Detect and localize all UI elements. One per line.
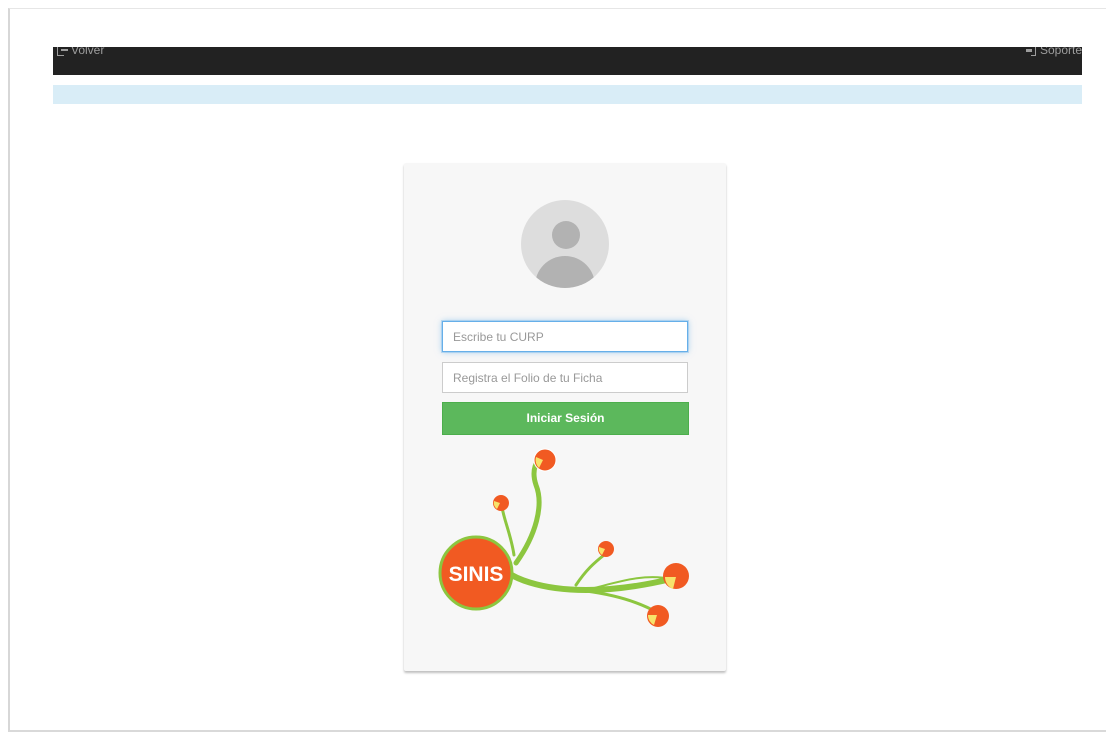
sinis-logo: SINIS	[438, 448, 689, 627]
user-avatar-icon	[521, 200, 609, 288]
curp-input[interactable]	[442, 321, 688, 352]
support-link[interactable]: Soporte	[1025, 47, 1082, 57]
page: Volver Soporte Iniciar Sesión	[0, 0, 1110, 736]
folio-input[interactable]	[442, 362, 688, 393]
logo-stems	[493, 452, 674, 615]
login-card: Iniciar Sesión	[404, 163, 726, 671]
support-link-label: Soporte	[1039, 47, 1082, 57]
logo-text: SINIS	[449, 563, 504, 586]
info-alert-bar	[53, 85, 1082, 104]
login-button[interactable]: Iniciar Sesión	[442, 402, 689, 435]
logo-dots	[493, 448, 689, 627]
sign-out-icon	[57, 47, 68, 56]
back-link-label: Volver	[71, 47, 105, 57]
avatar-head	[552, 221, 580, 249]
top-navbar: Volver Soporte	[53, 47, 1082, 75]
avatar-body	[535, 256, 595, 288]
sign-in-icon	[1025, 47, 1036, 56]
back-link[interactable]: Volver	[57, 47, 104, 57]
